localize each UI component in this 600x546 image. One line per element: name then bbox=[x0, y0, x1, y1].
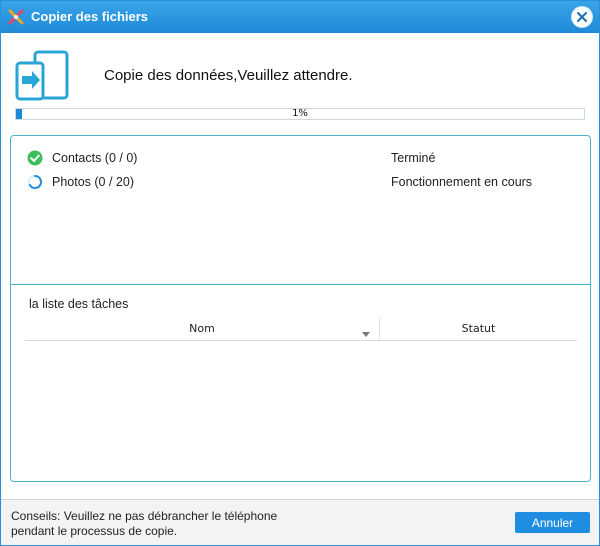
panel-divider bbox=[11, 284, 590, 285]
task-panel: Contacts (0 / 0) Terminé Photos (0 / 20)… bbox=[10, 135, 591, 482]
phone-transfer-icon bbox=[15, 49, 71, 104]
window-title: Copier des fichiers bbox=[31, 9, 149, 24]
task-status: Fonctionnement en cours bbox=[391, 175, 533, 189]
column-header-label: Nom bbox=[189, 322, 215, 335]
spinner-icon bbox=[27, 174, 43, 193]
cancel-button[interactable]: Annuler bbox=[515, 512, 590, 533]
title-bar: Copier des fichiers bbox=[1, 1, 599, 33]
close-button[interactable] bbox=[571, 6, 593, 28]
copy-files-dialog: Copier des fichiers Copie des données,Ve… bbox=[0, 0, 600, 546]
hint-text: Conseils: Veuillez ne pas débrancher le … bbox=[11, 509, 311, 539]
task-status: Terminé bbox=[391, 151, 436, 165]
footer: Conseils: Veuillez ne pas débrancher le … bbox=[1, 500, 599, 545]
task-list-title: la liste des tâches bbox=[29, 297, 129, 311]
task-label: Contacts (0 / 0) bbox=[52, 151, 138, 165]
column-header-label: Statut bbox=[461, 322, 496, 335]
close-icon bbox=[577, 12, 587, 22]
column-header-name[interactable]: Nom bbox=[25, 318, 380, 340]
app-logo-icon bbox=[8, 9, 24, 25]
hint-line: Conseils: Veuillez ne pas débrancher le … bbox=[11, 509, 278, 523]
hint-line: pendant le processus de copie. bbox=[11, 524, 178, 538]
sort-down-icon[interactable] bbox=[362, 327, 370, 340]
task-row-photos: Photos (0 / 20) Fonctionnement en cours bbox=[27, 174, 587, 192]
progress-bar: 1% bbox=[15, 108, 585, 120]
task-table-header: Nom Statut bbox=[25, 318, 577, 341]
check-circle-icon bbox=[27, 150, 43, 169]
column-header-status[interactable]: Statut bbox=[380, 318, 577, 340]
status-message: Copie des données,Veuillez attendre. bbox=[104, 67, 353, 84]
task-table-body bbox=[25, 341, 577, 461]
progress-percent: 1% bbox=[292, 108, 308, 119]
task-label: Photos (0 / 20) bbox=[52, 175, 134, 189]
task-row-contacts: Contacts (0 / 0) Terminé bbox=[27, 150, 587, 168]
